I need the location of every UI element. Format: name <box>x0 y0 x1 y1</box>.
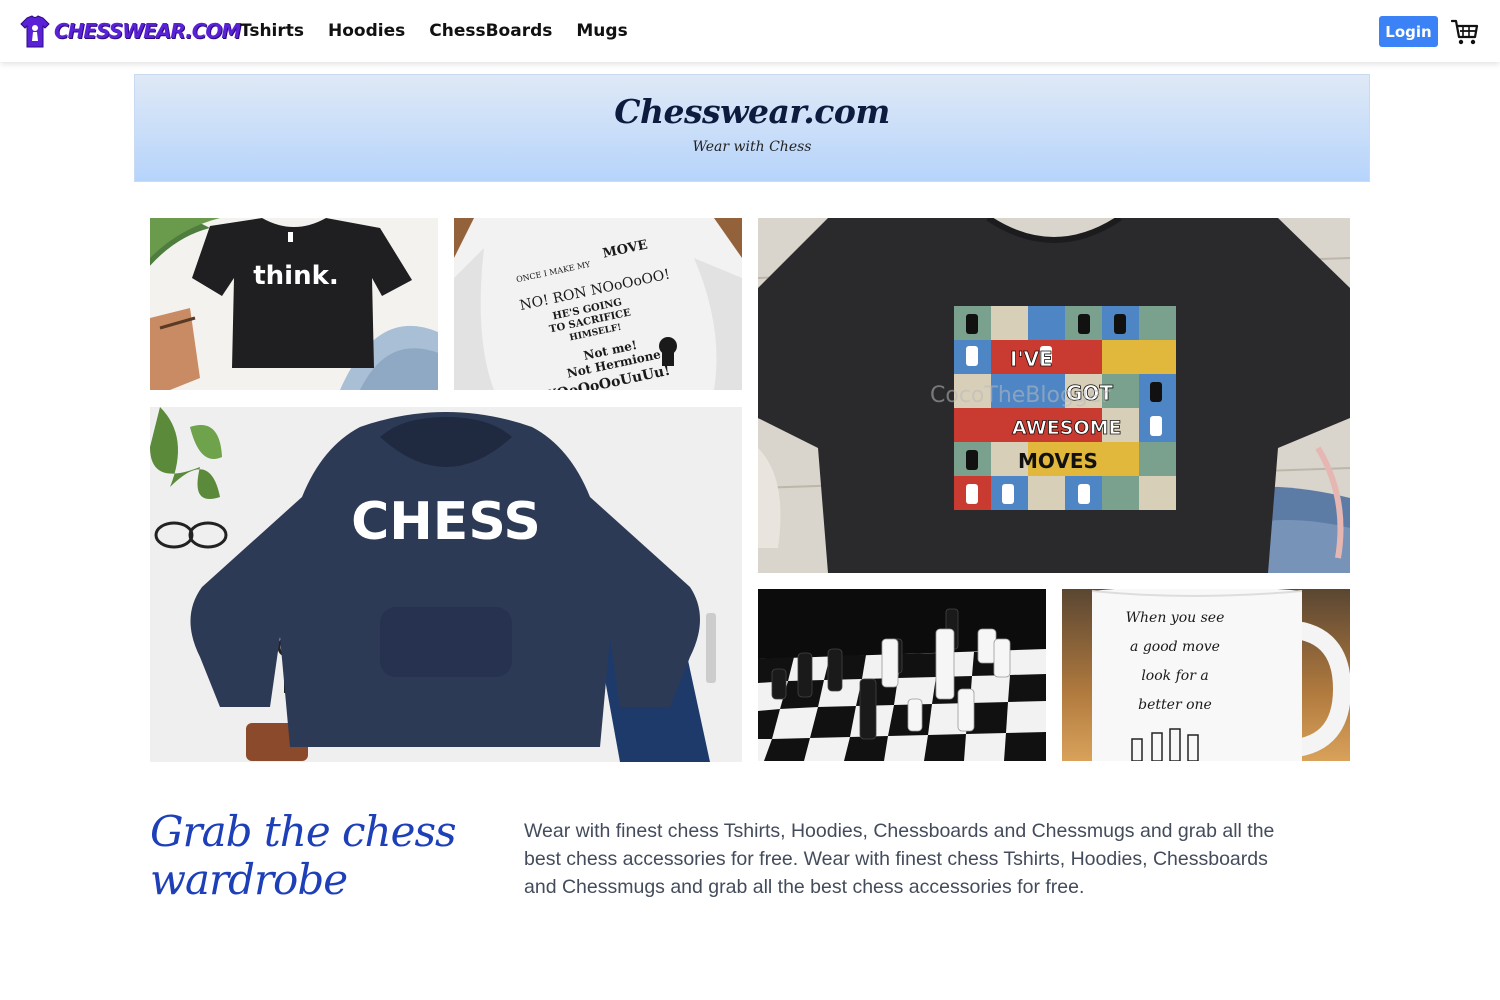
move-hoodie-image: ONCE I MAKE MY MOVE NO! RON NOoOoOO! HE'… <box>454 218 742 390</box>
think-tshirt-image: think. <box>150 218 438 390</box>
awesome-print-line-1: I'VE <box>1010 347 1053 371</box>
chess-print-text: CHESS <box>351 492 541 552</box>
chess-hoodie-image: CHESS <box>150 407 742 762</box>
product-image-awesome-moves-tshirt[interactable]: I'VE GOT AWESOME MOVES CocoTheBlogger <box>758 218 1350 573</box>
mug-quote-line-3: look for a <box>1141 668 1208 684</box>
login-button[interactable]: Login <box>1379 16 1438 47</box>
awesome-print-line-4: MOVES <box>1018 449 1098 473</box>
product-image-chess-hoodie[interactable]: CHESS <box>150 407 742 762</box>
brand-logo-link[interactable]: CHESSWEAR.COM <box>20 12 241 50</box>
hero-title: Chesswear.com <box>614 92 890 131</box>
hero-banner: Chesswear.com Wear with Chess <box>134 74 1370 182</box>
awesome-print-line-3: AWESOME <box>1012 417 1122 439</box>
product-image-mug[interactable]: When you see a good move look for a bett… <box>1062 589 1350 761</box>
nav-link-mugs[interactable]: Mugs <box>576 21 627 41</box>
shopping-cart-icon[interactable] <box>1451 18 1479 46</box>
mug-quote-line-2: a good move <box>1130 639 1220 655</box>
awesome-moves-tshirt-image: I'VE GOT AWESOME MOVES CocoTheBlogger <box>758 218 1350 573</box>
mug-quote-line-1: When you see <box>1126 610 1225 626</box>
nav-link-chessboards[interactable]: ChessBoards <box>429 21 552 41</box>
product-image-move-hoodie[interactable]: ONCE I MAKE MY MOVE NO! RON NOoOoOO! HE'… <box>454 218 742 390</box>
product-image-chessboard[interactable] <box>758 589 1046 761</box>
mug-image: When you see a good move look for a bett… <box>1062 589 1350 761</box>
hero-subtitle: Wear with Chess <box>692 139 812 155</box>
nav-links: Tshirts Hoodies ChessBoards Mugs <box>240 0 628 62</box>
mug-quote-line-4: better one <box>1138 697 1212 713</box>
think-print-text: think. <box>253 261 339 291</box>
navbar: CHESSWEAR.COM Tshirts Hoodies ChessBoard… <box>0 0 1500 62</box>
product-image-think-tshirt[interactable]: think. <box>150 218 438 390</box>
section-description: Wear with finest chess Tshirts, Hoodies,… <box>524 820 1275 898</box>
section-tagline: Grab the chess wardrobe <box>150 807 457 904</box>
nav-link-tshirts[interactable]: Tshirts <box>240 21 304 41</box>
chessboard-image <box>758 589 1046 761</box>
brand-name: CHESSWEAR.COM <box>54 19 241 43</box>
nav-link-hoodies[interactable]: Hoodies <box>328 21 405 41</box>
tshirt-logo-icon <box>20 15 50 48</box>
image-watermark: CocoTheBlogger <box>930 383 1111 408</box>
